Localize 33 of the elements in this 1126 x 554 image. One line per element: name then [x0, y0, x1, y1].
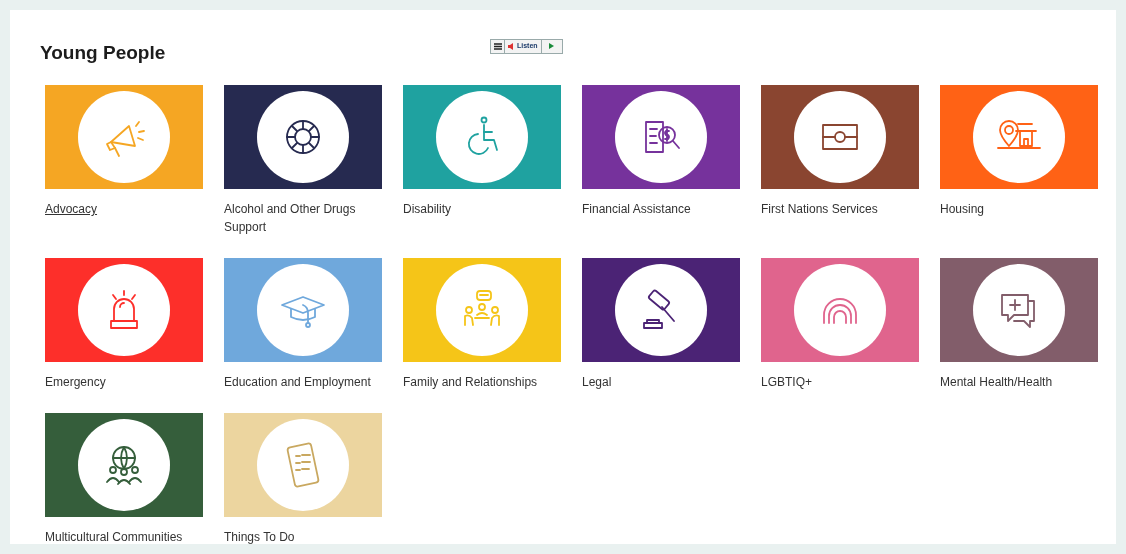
category-tile[interactable]: [403, 85, 561, 189]
category-tile[interactable]: [45, 413, 203, 517]
category-tile[interactable]: [940, 258, 1098, 362]
category-link[interactable]: Education and Employment: [224, 373, 382, 391]
category-tile[interactable]: [761, 258, 919, 362]
category-tile[interactable]: [45, 258, 203, 362]
category-link[interactable]: Alcohol and Other Drugs Support: [224, 200, 382, 236]
category-link[interactable]: Financial Assistance: [582, 200, 740, 218]
category-link[interactable]: Mental Health/Health: [940, 373, 1098, 391]
category-link[interactable]: Family and Relationships: [403, 373, 561, 391]
category-link[interactable]: Emergency: [45, 373, 203, 391]
category-tile[interactable]: [761, 85, 919, 189]
menu-icon: [493, 42, 502, 50]
page-heading: Young People: [40, 40, 167, 65]
category-tile[interactable]: [940, 85, 1098, 189]
category-link[interactable]: Advocacy: [45, 200, 203, 218]
category-tile[interactable]: [403, 258, 561, 362]
category-tile[interactable]: [224, 413, 382, 517]
category-tile[interactable]: [45, 85, 203, 189]
category-tile[interactable]: [582, 85, 740, 189]
category-link[interactable]: Things To Do: [224, 528, 382, 546]
category-tile[interactable]: [224, 258, 382, 362]
category-link[interactable]: Legal: [582, 373, 740, 391]
play-icon: [549, 43, 555, 49]
category-tile[interactable]: [582, 258, 740, 362]
category-link[interactable]: Multicultural Communities: [45, 528, 203, 546]
category-link[interactable]: First Nations Services: [761, 200, 919, 218]
category-tile[interactable]: [224, 85, 382, 189]
speaker-icon: [508, 42, 515, 50]
category-link[interactable]: LGBTIQ+: [761, 373, 919, 391]
menu-button[interactable]: [491, 39, 505, 53]
category-link[interactable]: Disability: [403, 200, 561, 218]
category-link[interactable]: Housing: [940, 200, 1098, 218]
